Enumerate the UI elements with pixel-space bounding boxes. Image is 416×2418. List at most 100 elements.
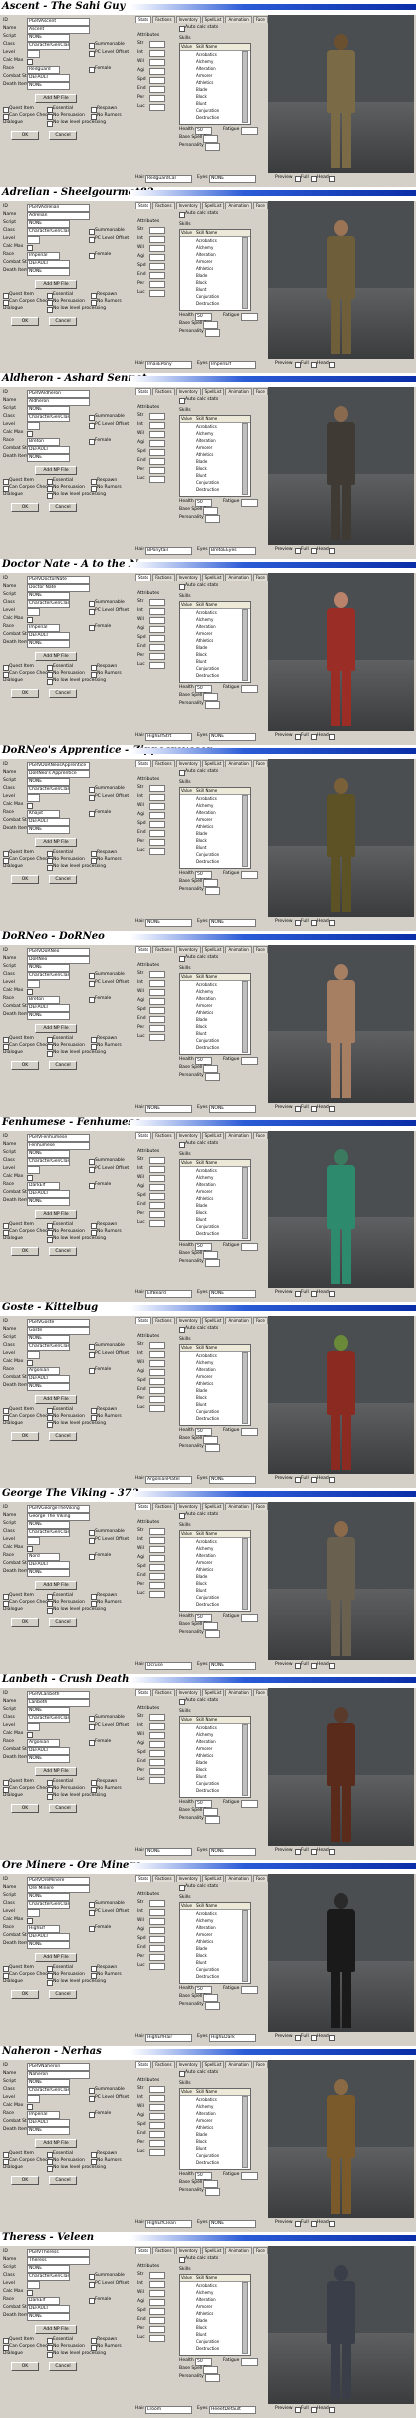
attribute-value-field[interactable]: [149, 475, 165, 483]
tab-inventory[interactable]: Inventory: [175, 2247, 201, 2255]
class-select[interactable]: CharacterGenClass: [27, 1343, 70, 1352]
level-field[interactable]: [27, 50, 40, 58]
ok-button[interactable]: OK: [11, 1060, 39, 1070]
calc-max-checkbox[interactable]: [27, 1360, 33, 1367]
tab-animation[interactable]: Animation: [225, 1503, 252, 1511]
tab-factions[interactable]: Factions: [152, 1317, 175, 1325]
tab-spelllist[interactable]: SpellList: [201, 945, 225, 953]
name-field[interactable]: Aldheron: [27, 397, 90, 406]
attribute-value-field[interactable]: [149, 430, 165, 438]
attribute-value-field[interactable]: [149, 448, 165, 456]
skills-list[interactable]: Value Skill Name Acrobatics Alchemy Alterati…: [179, 1344, 251, 1427]
calc-max-checkbox[interactable]: [27, 244, 33, 251]
tab-spelllist[interactable]: SpellList: [201, 387, 225, 395]
base-spell-pts-field[interactable]: [203, 1250, 218, 1259]
tab-factions[interactable]: Factions: [152, 945, 175, 953]
class-select[interactable]: CharacterGenClass: [27, 599, 70, 608]
tab-spelllist[interactable]: SpellList: [201, 2061, 225, 2069]
skills-scrollbar[interactable]: [242, 980, 248, 1053]
combat-style-select[interactable]: DEFAULT: [27, 1561, 70, 1570]
base-spell-pts-field[interactable]: [203, 1436, 218, 1445]
death-item-select[interactable]: NONE: [27, 1941, 70, 1950]
base-spell-pts-field[interactable]: [203, 878, 218, 887]
tab-inventory[interactable]: Inventory: [175, 1503, 201, 1511]
calc-max-checkbox[interactable]: [27, 1174, 33, 1181]
add-npc-file-button[interactable]: Add NP File: [35, 1581, 77, 1591]
calc-max-checkbox[interactable]: [27, 1546, 33, 1553]
attribute-value-field[interactable]: [149, 1954, 165, 1962]
character-preview[interactable]: [268, 944, 414, 1103]
ok-button[interactable]: OK: [11, 2362, 39, 2372]
attribute-value-field[interactable]: [149, 2326, 165, 2334]
add-npc-file-button[interactable]: Add NP File: [35, 2139, 77, 2149]
script-select[interactable]: NONE: [27, 34, 70, 42]
head-radio[interactable]: [329, 1663, 335, 1670]
combat-style-select[interactable]: DEFAULT: [27, 259, 70, 268]
combat-style-select[interactable]: DEFAULT: [27, 445, 70, 454]
death-item-select[interactable]: NONE: [27, 1011, 70, 1020]
character-preview[interactable]: [268, 200, 414, 359]
tab-face[interactable]: Face: [252, 759, 268, 767]
skills-list[interactable]: Value Skill Name Acrobatics Alchemy Alterati…: [179, 1158, 251, 1241]
cancel-button[interactable]: Cancel: [49, 502, 77, 512]
cancel-button[interactable]: Cancel: [49, 1060, 77, 1070]
attribute-value-field[interactable]: [149, 1201, 165, 1209]
fatigue-field[interactable]: [241, 870, 258, 879]
character-preview[interactable]: [268, 15, 414, 173]
script-select[interactable]: NONE: [27, 1149, 70, 1158]
tab-stats[interactable]: Stats: [135, 573, 152, 581]
cancel-button[interactable]: Cancel: [49, 688, 77, 698]
level-field[interactable]: [27, 1537, 40, 1546]
attribute-value-field[interactable]: [149, 2299, 165, 2307]
tab-face[interactable]: Face: [252, 1131, 268, 1139]
attribute-value-field[interactable]: [149, 86, 165, 93]
hair-select[interactable]: ElfBeard: [145, 1290, 192, 1299]
death-item-select[interactable]: NONE: [27, 825, 70, 834]
script-select[interactable]: NONE: [27, 219, 70, 228]
attribute-value-field[interactable]: [149, 1564, 165, 1572]
level-field[interactable]: [27, 979, 40, 988]
attribute-value-field[interactable]: [149, 1006, 165, 1014]
head-radio[interactable]: [329, 361, 335, 368]
hair-select[interactable]: Lroom: [145, 2405, 192, 2414]
tab-face[interactable]: Face: [252, 2061, 268, 2069]
add-npc-file-button[interactable]: Add NP File: [35, 1023, 77, 1033]
id-field[interactable]: PGRVAdrelian: [27, 203, 90, 212]
attribute-value-field[interactable]: [149, 50, 165, 57]
attribute-value-field[interactable]: [149, 226, 165, 234]
tab-inventory[interactable]: Inventory: [175, 16, 201, 23]
fatigue-field[interactable]: [241, 1428, 258, 1437]
tab-inventory[interactable]: Inventory: [175, 1131, 201, 1139]
ok-button[interactable]: OK: [11, 1432, 39, 1442]
head-radio[interactable]: [329, 175, 335, 182]
attribute-value-field[interactable]: [149, 838, 165, 846]
personality-field[interactable]: [205, 1630, 220, 1639]
tab-animation[interactable]: Animation: [225, 2247, 252, 2255]
character-preview[interactable]: [268, 386, 414, 545]
head-radio[interactable]: [329, 1477, 335, 1484]
attribute-value-field[interactable]: [149, 253, 165, 261]
fatigue-field[interactable]: [241, 498, 258, 507]
tab-animation[interactable]: Animation: [225, 2061, 252, 2069]
id-field[interactable]: PGRVTheress: [27, 2249, 90, 2258]
calc-max-checkbox[interactable]: [27, 430, 33, 437]
fatigue-field[interactable]: [241, 127, 258, 135]
attribute-value-field[interactable]: [149, 1183, 165, 1191]
attribute-value-field[interactable]: [149, 1528, 165, 1536]
fatigue-field[interactable]: [241, 2172, 258, 2181]
fatigue-field[interactable]: [241, 684, 258, 693]
hair-select[interactable]: Dcruse: [145, 1662, 192, 1671]
ok-button[interactable]: OK: [11, 1246, 39, 1256]
id-field[interactable]: PGRVDoRNeosApprentice: [27, 761, 90, 770]
character-preview[interactable]: [268, 2060, 414, 2219]
hair-select[interactable]: NONE: [145, 1848, 192, 1857]
base-spell-pts-field[interactable]: [203, 2180, 218, 2189]
personality-field[interactable]: [205, 1258, 220, 1267]
base-spell-pts-field[interactable]: [203, 1808, 218, 1817]
tab-stats[interactable]: Stats: [135, 1689, 152, 1697]
tab-factions[interactable]: Factions: [152, 1689, 175, 1697]
base-spell-pts-field[interactable]: [203, 135, 218, 143]
race-select[interactable]: Khajiit: [27, 809, 60, 818]
id-field[interactable]: PGRVDoRNeo: [27, 947, 90, 956]
cancel-button[interactable]: Cancel: [49, 2176, 77, 2186]
